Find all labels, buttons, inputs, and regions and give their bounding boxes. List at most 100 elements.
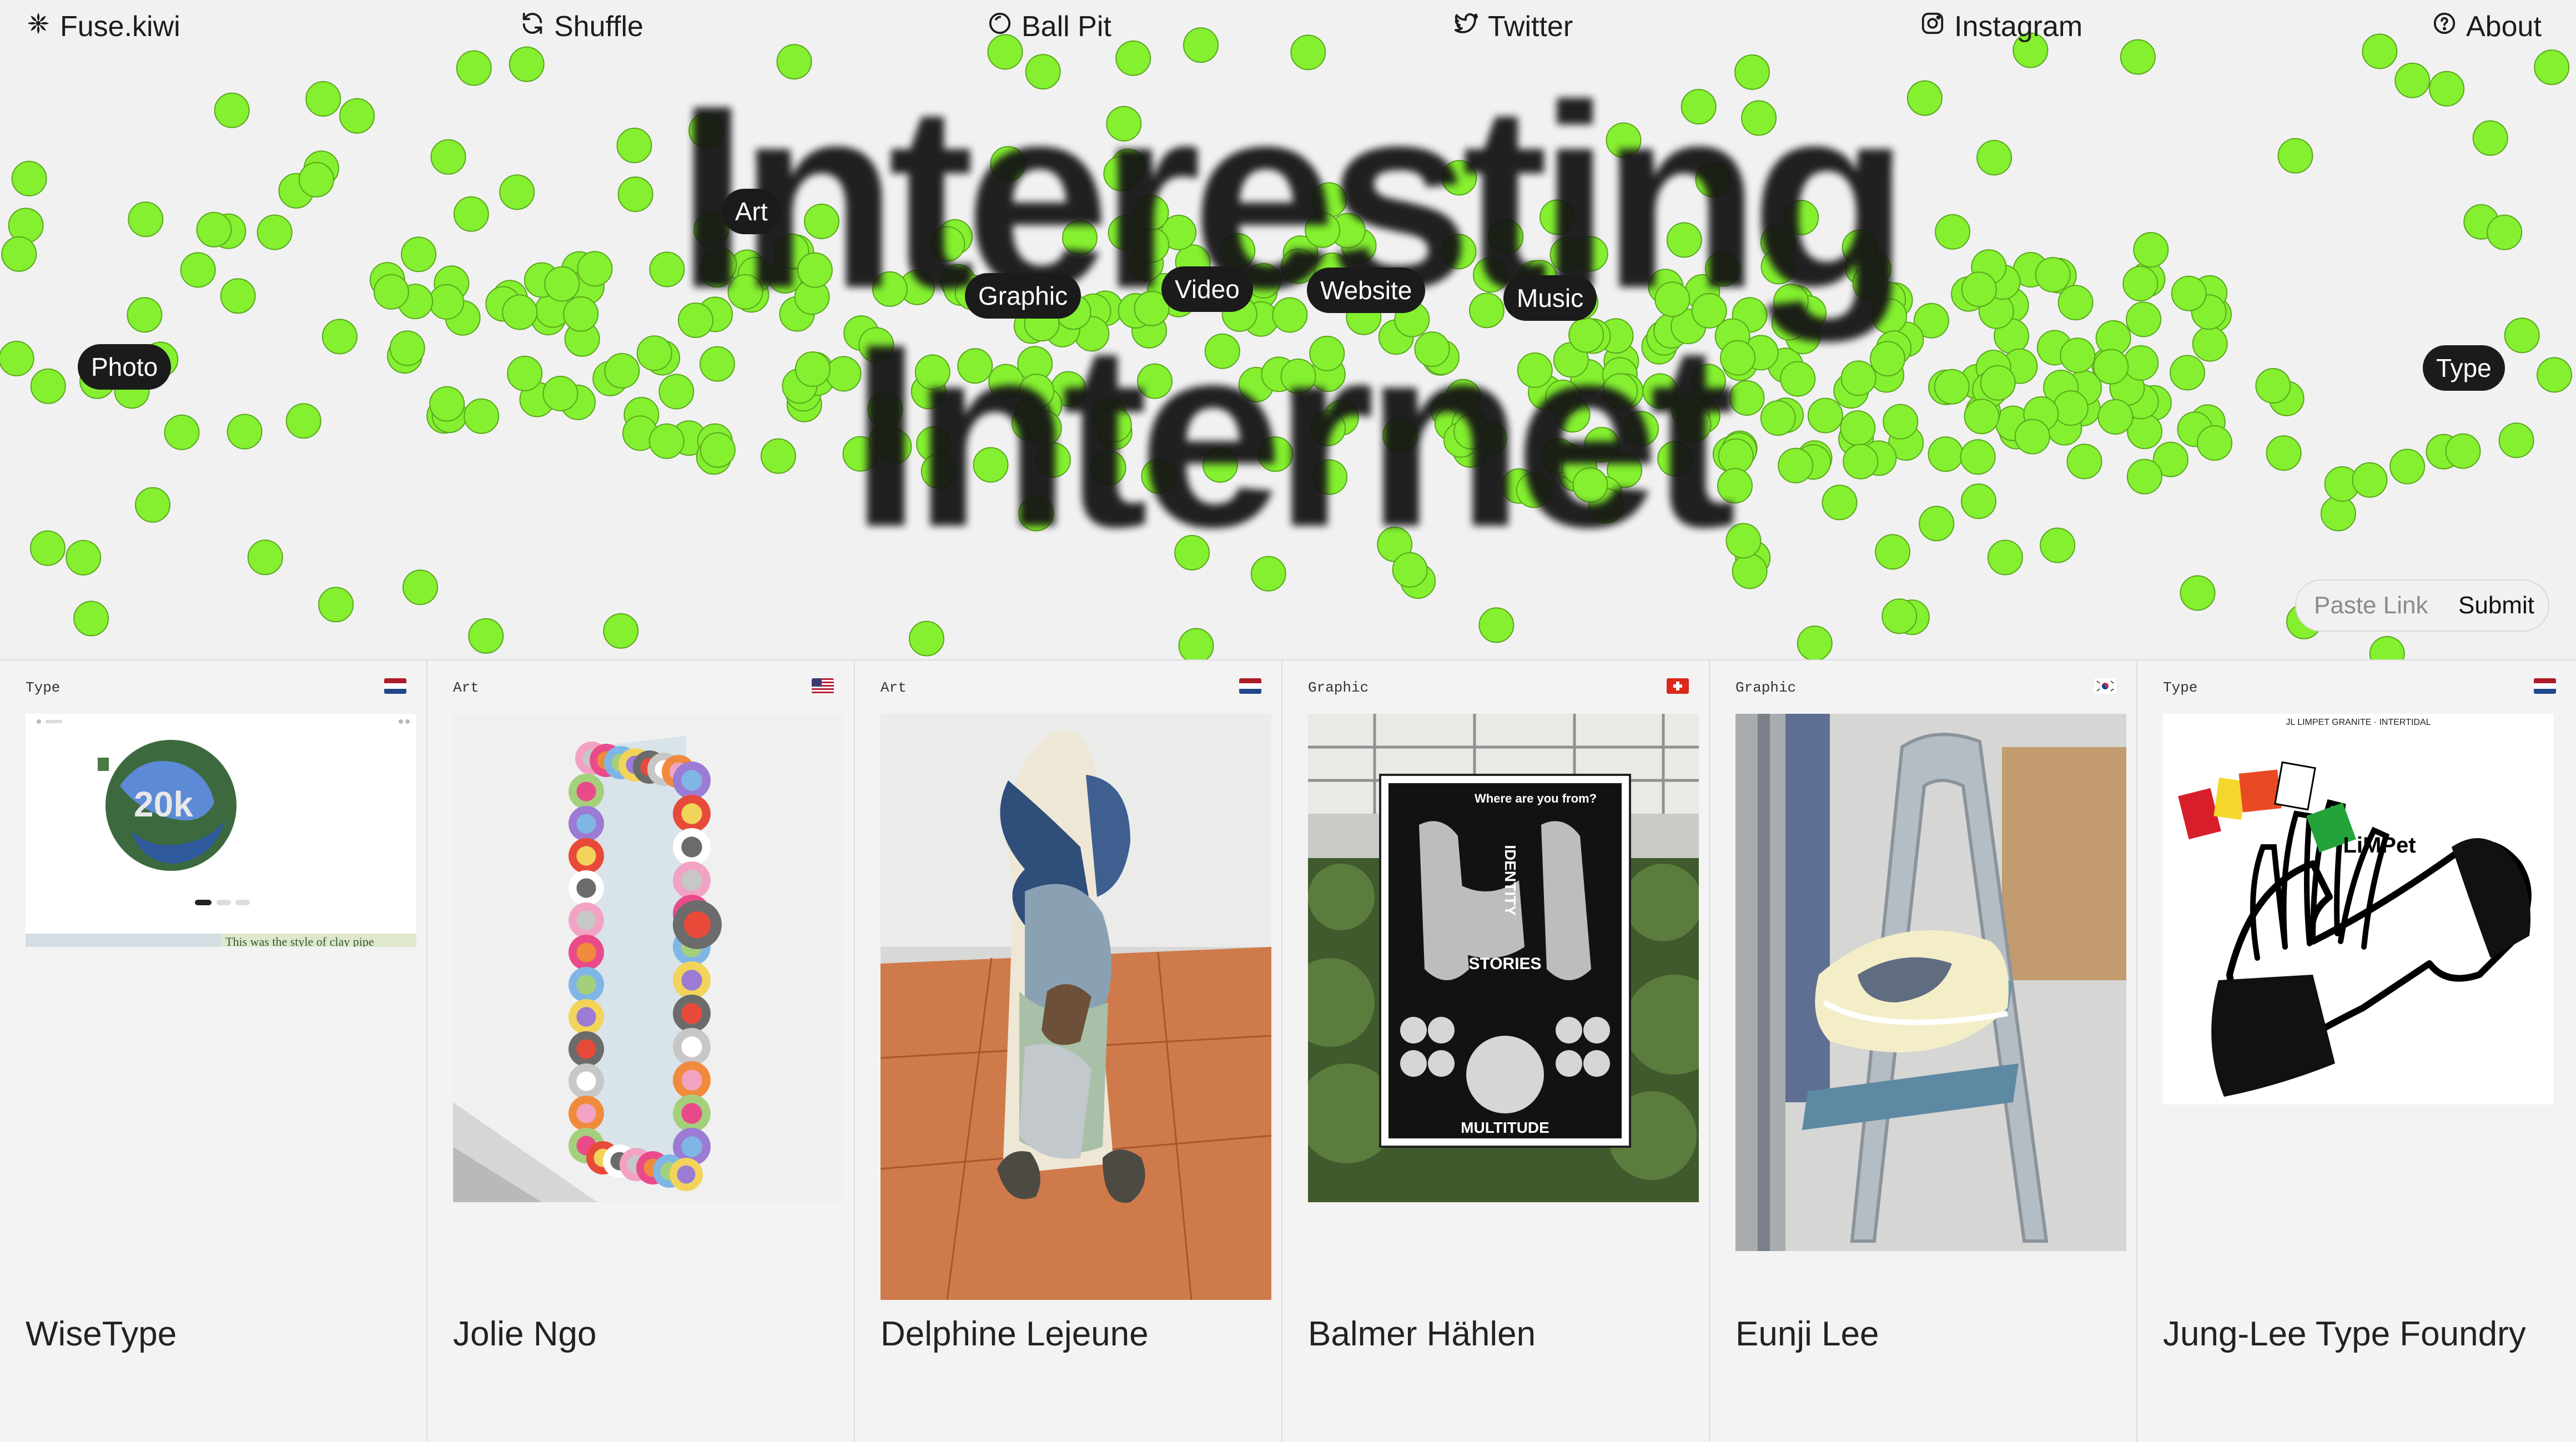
green-ball[interactable]	[990, 146, 1026, 182]
green-ball[interactable]	[1695, 162, 1731, 198]
project-card[interactable]: Type JL LIMPET GRANITE · INTERTIDAL LiMP…	[2137, 661, 2576, 1442]
green-ball[interactable]	[1096, 407, 1132, 443]
green-ball[interactable]	[2197, 425, 2232, 461]
green-ball[interactable]	[1305, 212, 1341, 248]
green-ball[interactable]	[1883, 404, 1919, 440]
green-ball[interactable]	[1960, 439, 1996, 475]
green-ball[interactable]	[1773, 284, 1809, 320]
tag-video[interactable]: Video	[1161, 266, 1253, 312]
green-ball[interactable]	[1871, 298, 1908, 334]
green-ball[interactable]	[2040, 527, 2076, 563]
green-ball[interactable]	[2122, 266, 2159, 301]
green-ball[interactable]	[973, 447, 1009, 483]
green-ball[interactable]	[2014, 419, 2050, 455]
green-ball[interactable]	[2066, 443, 2102, 480]
green-ball[interactable]	[1705, 251, 1741, 287]
submit-button[interactable]: Submit	[2458, 592, 2534, 619]
green-ball[interactable]	[804, 203, 839, 239]
project-card[interactable]: Art Delphine Lejeune	[855, 661, 1282, 1442]
green-ball[interactable]	[617, 177, 653, 212]
green-ball[interactable]	[1025, 54, 1061, 90]
green-ball[interactable]	[1035, 442, 1071, 478]
green-ball[interactable]	[701, 246, 737, 283]
green-ball[interactable]	[402, 569, 438, 606]
green-ball[interactable]	[1870, 341, 1905, 377]
green-ball[interactable]	[2093, 349, 2129, 385]
green-ball[interactable]	[499, 174, 535, 210]
green-ball[interactable]	[1807, 397, 1843, 433]
green-balls-layer[interactable]	[0, 0, 2576, 659]
green-ball[interactable]	[1691, 293, 1727, 329]
green-ball[interactable]	[688, 113, 724, 149]
green-ball[interactable]	[2126, 301, 2162, 337]
shuffle-link[interactable]: Shuffle	[520, 10, 643, 43]
green-ball[interactable]	[2170, 355, 2205, 391]
logo-link[interactable]: Fuse.kiwi	[26, 10, 180, 43]
green-ball[interactable]	[1760, 249, 1797, 285]
green-ball[interactable]	[867, 391, 903, 427]
green-ball[interactable]	[1783, 200, 1819, 235]
green-ball[interactable]	[648, 423, 685, 459]
green-ball[interactable]	[1133, 195, 1169, 231]
green-ball[interactable]	[727, 274, 763, 310]
green-ball[interactable]	[1741, 100, 1777, 136]
green-ball[interactable]	[1606, 122, 1642, 158]
green-ball[interactable]	[1623, 411, 1659, 447]
green-ball[interactable]	[373, 274, 409, 310]
green-ball[interactable]	[563, 296, 599, 332]
green-ball[interactable]	[1681, 89, 1717, 125]
green-ball[interactable]	[1852, 265, 1888, 301]
green-ball[interactable]	[1106, 105, 1142, 142]
green-ball[interactable]	[1311, 182, 1347, 218]
project-card[interactable]: Type 20k This was the style of clay pipe	[0, 661, 427, 1442]
green-ball[interactable]	[389, 330, 425, 366]
green-ball[interactable]	[2504, 317, 2540, 354]
tag-photo[interactable]: Photo	[78, 344, 172, 390]
green-ball[interactable]	[1517, 352, 1553, 388]
green-ball[interactable]	[180, 252, 216, 288]
green-ball[interactable]	[318, 587, 354, 623]
green-ball[interactable]	[429, 284, 465, 320]
green-ball[interactable]	[430, 139, 466, 175]
green-ball[interactable]	[616, 128, 652, 163]
green-ball[interactable]	[2255, 368, 2291, 404]
green-ball[interactable]	[127, 297, 163, 333]
green-ball[interactable]	[256, 214, 293, 250]
green-ball[interactable]	[1602, 373, 1638, 409]
green-ball[interactable]	[0, 341, 34, 376]
tag-website[interactable]: Website	[1307, 268, 1426, 313]
green-ball[interactable]	[1310, 410, 1346, 446]
green-ball[interactable]	[1720, 340, 1755, 376]
green-ball[interactable]	[227, 414, 263, 450]
twitter-link[interactable]: Twitter	[1453, 10, 1573, 43]
green-ball[interactable]	[2394, 62, 2431, 98]
green-ball[interactable]	[1778, 447, 1814, 483]
green-ball[interactable]	[507, 355, 543, 391]
green-ball[interactable]	[2498, 422, 2534, 458]
green-ball[interactable]	[1202, 447, 1238, 483]
paste-link-input[interactable]	[2313, 591, 2448, 620]
green-ball[interactable]	[1725, 523, 1762, 559]
green-ball[interactable]	[2180, 575, 2216, 611]
green-ball[interactable]	[1572, 467, 1608, 503]
project-card[interactable]: Graphic Where are you from? IDENTITY STO…	[1282, 661, 1710, 1442]
green-ball[interactable]	[1934, 369, 1970, 405]
green-ball[interactable]	[876, 428, 912, 465]
green-ball[interactable]	[1392, 552, 1428, 588]
green-ball[interactable]	[1919, 506, 1955, 542]
green-ball[interactable]	[2052, 390, 2089, 426]
green-ball[interactable]	[2126, 458, 2162, 495]
green-ball[interactable]	[2429, 70, 2465, 107]
green-ball[interactable]	[872, 271, 908, 307]
green-ball[interactable]	[2060, 337, 2096, 374]
green-ball[interactable]	[1842, 229, 1878, 265]
green-ball[interactable]	[196, 211, 232, 248]
green-ball[interactable]	[1875, 534, 1911, 570]
green-ball[interactable]	[2035, 257, 2071, 293]
green-ball[interactable]	[429, 386, 465, 422]
green-ball[interactable]	[1906, 80, 1943, 116]
project-card[interactable]: Art Jolie Ngo	[427, 661, 855, 1442]
green-ball[interactable]	[1174, 535, 1210, 571]
green-ball[interactable]	[456, 50, 492, 86]
tag-art[interactable]: Art	[722, 189, 781, 234]
